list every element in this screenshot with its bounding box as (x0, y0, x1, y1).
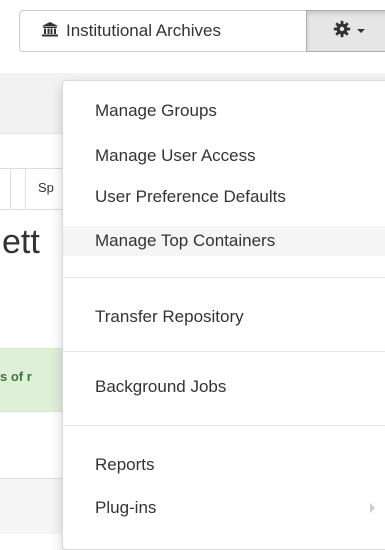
chevron-down-icon (357, 29, 365, 33)
menu-item-reports[interactable]: Reports (63, 450, 385, 480)
menu-item-background-jobs[interactable]: Background Jobs (63, 372, 385, 402)
menu-divider (63, 277, 385, 278)
page-title-fragment: ett (2, 223, 40, 261)
repository-button[interactable]: Institutional Archives (19, 10, 307, 52)
settings-dropdown-button[interactable] (306, 10, 385, 52)
menu-item-label: Manage User Access (95, 146, 256, 165)
menu-item-manage-user-access[interactable]: Manage User Access (63, 141, 385, 171)
menu-item-manage-groups[interactable]: Manage Groups (63, 96, 385, 126)
menu-item-label: Plug-ins (95, 498, 157, 517)
menu-divider (63, 425, 385, 426)
menu-item-user-preference-defaults[interactable]: User Preference Defaults (63, 182, 385, 212)
menu-item-label: Manage Groups (95, 101, 217, 120)
tab-label: Sp (38, 180, 54, 195)
menu-item-label: User Preference Defaults (95, 187, 286, 206)
gear-icon (333, 20, 351, 43)
menu-item-label: Manage Top Containers (95, 231, 276, 250)
chevron-right-icon (370, 503, 375, 513)
menu-item-manage-top-containers[interactable]: Manage Top Containers (63, 226, 385, 256)
menu-item-label: Reports (95, 455, 155, 474)
repository-label: Institutional Archives (66, 21, 221, 40)
tab-separator (10, 169, 11, 209)
institution-icon (41, 21, 59, 42)
alert-text-fragment: s of r (0, 369, 32, 384)
background-tab[interactable]: Sp (0, 168, 70, 210)
menu-item-transfer-repository[interactable]: Transfer Repository (63, 302, 385, 332)
menu-item-label: Transfer Repository (95, 307, 244, 326)
settings-dropdown-menu: Manage Groups Manage User Access User Pr… (62, 80, 385, 550)
menu-divider (63, 351, 385, 352)
menu-item-label: Background Jobs (95, 377, 227, 396)
menu-item-plug-ins[interactable]: Plug-ins (63, 493, 385, 523)
